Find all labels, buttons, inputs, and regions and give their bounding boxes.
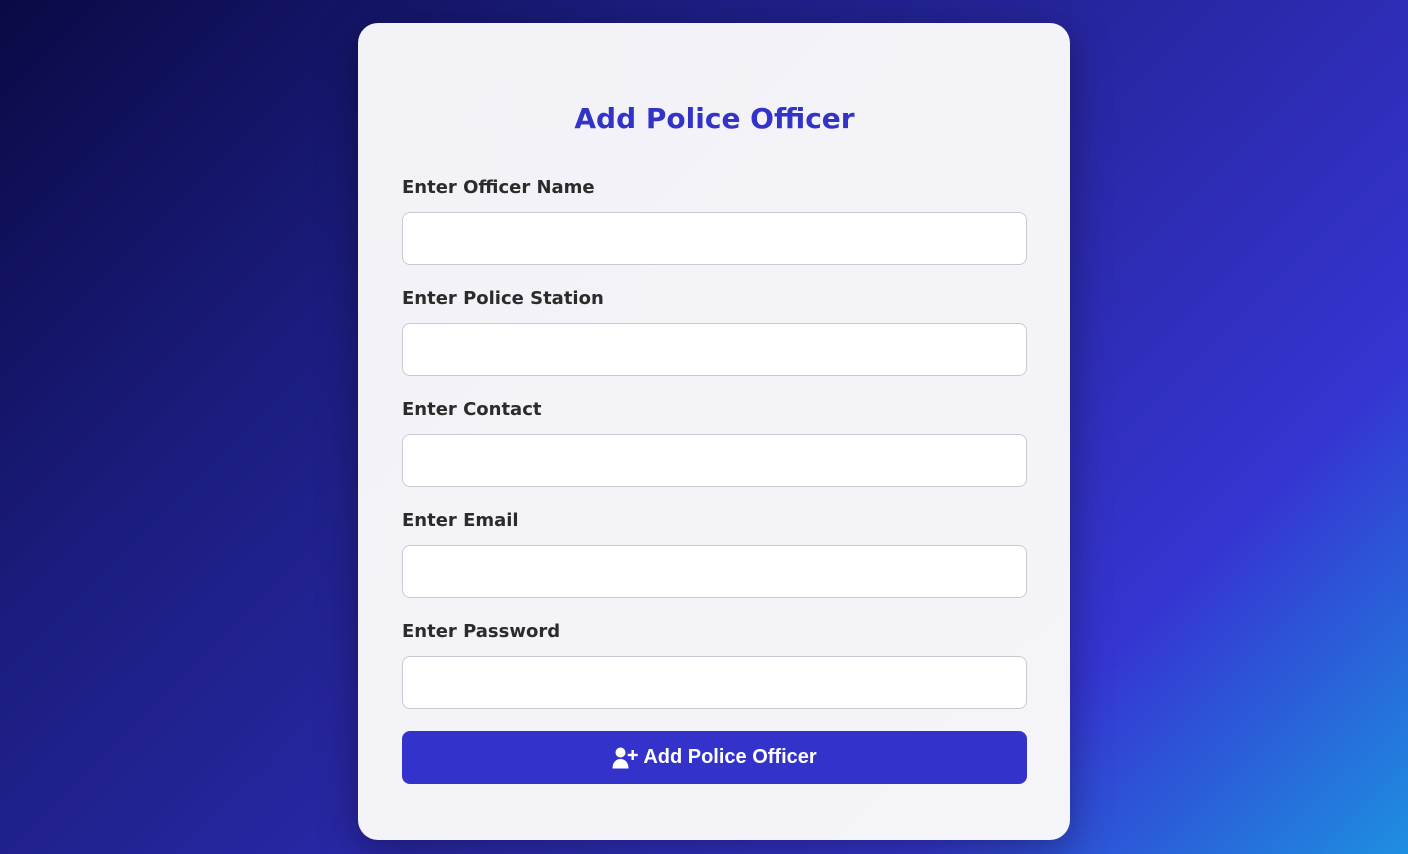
email-input[interactable] [402,545,1027,598]
add-officer-form: Enter Officer Name Enter Police Station … [402,177,1027,784]
officer-name-input[interactable] [402,212,1027,265]
password-field-group: Enter Password [402,621,1027,709]
contact-field-group: Enter Contact [402,399,1027,487]
password-input[interactable] [402,656,1027,709]
add-officer-card: Add Police Officer Enter Officer Name En… [358,23,1070,840]
officer-name-field-group: Enter Officer Name [402,177,1027,265]
contact-input[interactable] [402,434,1027,487]
password-label: Enter Password [402,621,561,642]
user-plus-icon [612,747,639,769]
add-police-officer-button[interactable]: Add Police Officer [402,731,1027,784]
police-station-input[interactable] [402,323,1027,376]
contact-label: Enter Contact [402,399,542,420]
add-police-officer-button-label: Add Police Officer [643,746,817,768]
officer-name-label: Enter Officer Name [402,177,595,198]
email-label: Enter Email [402,510,519,531]
page-title: Add Police Officer [574,102,855,135]
email-field-group: Enter Email [402,510,1027,598]
police-station-label: Enter Police Station [402,288,604,309]
police-station-field-group: Enter Police Station [402,288,1027,376]
